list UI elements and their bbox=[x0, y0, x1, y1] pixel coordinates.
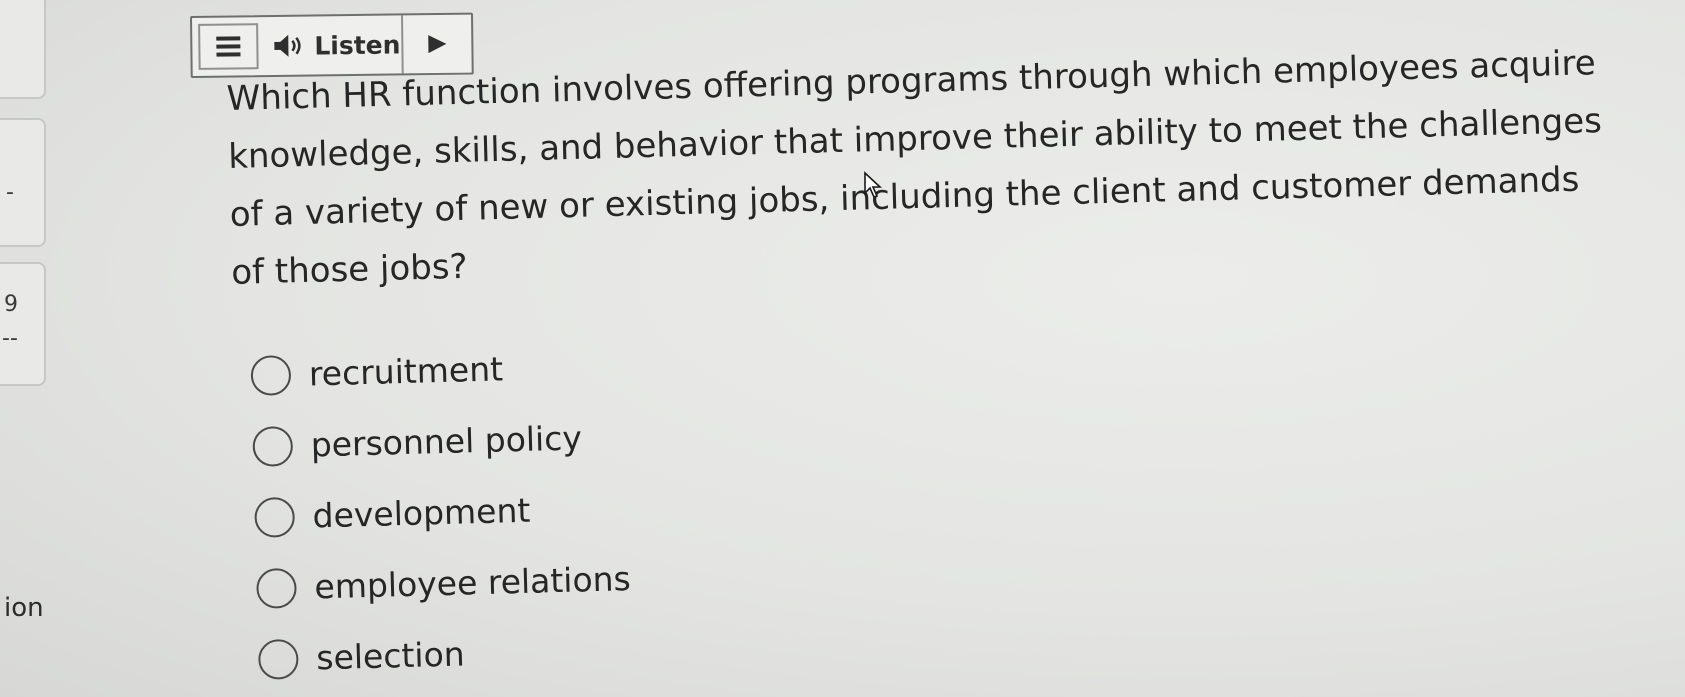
sidebar-card-glyph: 9 bbox=[4, 292, 18, 317]
option-personnel-policy[interactable]: personnel policy bbox=[252, 401, 628, 482]
sidebar-card[interactable]: 9 -- bbox=[0, 262, 46, 386]
sidebar-card-glyph: - bbox=[6, 180, 14, 205]
sidebar-card[interactable] bbox=[0, 0, 46, 99]
sidebar-label: ion bbox=[4, 593, 44, 623]
radio-button[interactable] bbox=[254, 496, 296, 538]
radio-button[interactable] bbox=[257, 638, 299, 680]
sidebar-card[interactable]: - bbox=[0, 118, 46, 247]
mouse-pointer-icon bbox=[864, 171, 883, 198]
radio-button[interactable] bbox=[255, 567, 298, 609]
sidebar-card-glyph: -- bbox=[2, 326, 18, 351]
option-label: recruitment bbox=[308, 349, 504, 394]
radio-button[interactable] bbox=[252, 425, 294, 467]
radio-button[interactable] bbox=[250, 354, 292, 396]
option-development[interactable]: development bbox=[254, 472, 630, 553]
option-employee-relations[interactable]: employee relations bbox=[255, 543, 632, 624]
menu-button[interactable] bbox=[198, 23, 259, 70]
option-recruitment[interactable]: recruitment bbox=[250, 330, 626, 411]
hamburger-menu-icon bbox=[216, 36, 241, 57]
speaker-icon bbox=[274, 34, 301, 57]
option-label: selection bbox=[315, 634, 466, 678]
play-icon bbox=[428, 35, 447, 54]
option-selection[interactable]: selection bbox=[257, 614, 633, 695]
question-text: Which HR function involves offering prog… bbox=[226, 43, 1603, 293]
option-label: personnel policy bbox=[310, 418, 583, 465]
option-label: development bbox=[312, 490, 531, 536]
listen-label: Listen bbox=[314, 29, 401, 60]
option-label: employee relations bbox=[313, 559, 632, 607]
answer-options: recruitment personnel policy development… bbox=[250, 330, 633, 695]
